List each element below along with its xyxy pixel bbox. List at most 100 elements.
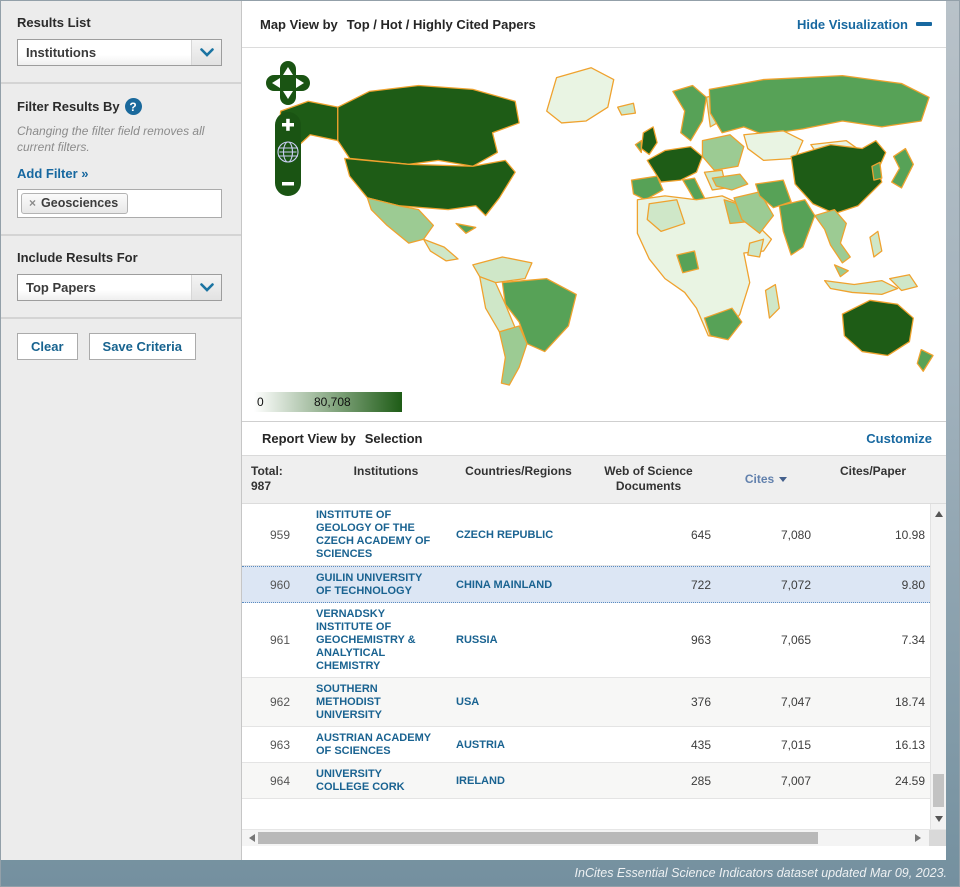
- documents-value: 376: [581, 695, 716, 709]
- cites-per-paper-value: 24.59: [816, 774, 930, 788]
- map-country-argentina[interactable]: [499, 326, 527, 385]
- table-row[interactable]: 960 GUILIN UNIVERSITY OF TECHNOLOGY CHIN…: [242, 566, 930, 603]
- scroll-up-arrow[interactable]: [931, 506, 946, 522]
- sort-descending-icon: [779, 477, 787, 482]
- map-country-philippines[interactable]: [870, 231, 882, 257]
- map-country-south-korea[interactable]: [872, 162, 882, 180]
- map-country-central-america[interactable]: [424, 239, 458, 261]
- column-header-cites[interactable]: Cites: [716, 464, 816, 494]
- zoom-out-icon[interactable]: [282, 182, 294, 186]
- table-row[interactable]: 963 AUSTRIAN ACADEMY OF SCIENCES AUSTRIA…: [242, 727, 930, 763]
- legend-gradient-bar: 0 80,708: [254, 392, 402, 412]
- country-link[interactable]: CHINA MAINLAND: [456, 578, 581, 592]
- map-pan-control[interactable]: [266, 61, 310, 105]
- map-country-new-zealand[interactable]: [917, 350, 933, 372]
- results-list-selected: Institutions: [18, 45, 191, 60]
- map-country-australia[interactable]: [842, 300, 913, 355]
- cites-value: 7,072: [716, 578, 816, 592]
- map-country-india[interactable]: [779, 200, 814, 255]
- actions-section: Clear Save Criteria: [1, 317, 241, 376]
- country-link[interactable]: IRELAND: [456, 774, 581, 788]
- map-country-indonesia[interactable]: [825, 281, 898, 295]
- institution-link[interactable]: VERNADSKY INSTITUTE OF GEOCHEMISTRY & AN…: [316, 607, 456, 673]
- cites-value: 7,047: [716, 695, 816, 709]
- map-country-uk[interactable]: [641, 127, 657, 155]
- country-link[interactable]: USA: [456, 695, 581, 709]
- scroll-down-arrow[interactable]: [931, 811, 946, 827]
- report-table: 959 INSTITUTE OF GEOLOGY OF THE CZECH AC…: [242, 504, 946, 829]
- column-header-countries[interactable]: Countries/Regions: [456, 464, 581, 494]
- cites-per-paper-value: 9.80: [816, 578, 930, 592]
- horizontal-scrollbar[interactable]: [242, 829, 946, 846]
- column-header-total: Total: 987: [242, 464, 316, 494]
- map-country-iceland[interactable]: [618, 103, 636, 115]
- column-header-cites-per-paper[interactable]: Cites/Paper: [816, 464, 930, 494]
- filter-tags-box[interactable]: × Geosciences: [17, 189, 222, 218]
- include-results-dropdown[interactable]: Top Papers: [17, 274, 222, 301]
- save-criteria-button[interactable]: Save Criteria: [89, 333, 197, 360]
- map-view-title-prefix: Map View by: [260, 17, 338, 32]
- legend-max-value: 80,708: [314, 395, 351, 409]
- cites-per-paper-value: 18.74: [816, 695, 930, 709]
- map-country-japan[interactable]: [892, 149, 914, 188]
- map-country-malaysia[interactable]: [834, 265, 848, 277]
- remove-filter-icon[interactable]: ×: [29, 196, 36, 210]
- country-link[interactable]: RUSSIA: [456, 633, 581, 647]
- map-country-eastern-europe[interactable]: [702, 135, 743, 170]
- cites-value: 7,080: [716, 528, 816, 542]
- map-view-title: Top / Hot / Highly Cited Papers: [347, 17, 536, 32]
- vertical-scroll-thumb[interactable]: [933, 774, 944, 807]
- documents-value: 285: [581, 774, 716, 788]
- collapse-minus-icon[interactable]: [916, 22, 932, 26]
- institution-link[interactable]: AUSTRIAN ACADEMY OF SCIENCES: [316, 731, 456, 758]
- include-results-label: Include Results For: [17, 250, 225, 265]
- institution-link[interactable]: UNIVERSITY COLLEGE CORK: [316, 767, 456, 794]
- row-rank: 961: [251, 633, 316, 647]
- table-row[interactable]: 964 UNIVERSITY COLLEGE CORK IRELAND 285 …: [242, 763, 930, 799]
- table-row[interactable]: 962 SOUTHERN METHODIST UNIVERSITY USA 37…: [242, 678, 930, 727]
- table-row[interactable]: 961 VERNADSKY INSTITUTE OF GEOCHEMISTRY …: [242, 603, 930, 678]
- documents-value: 963: [581, 633, 716, 647]
- world-map[interactable]: [246, 50, 946, 390]
- documents-value: 722: [581, 578, 716, 592]
- results-list-label: Results List: [17, 15, 225, 30]
- app-window: Results List Institutions Filter Results…: [1, 1, 946, 860]
- report-table-header: Total: 987 Institutions Countries/Region…: [242, 456, 946, 504]
- report-view-title: Selection: [365, 431, 423, 446]
- add-filter-link[interactable]: Add Filter »: [17, 166, 89, 181]
- map-country-cuba[interactable]: [456, 223, 476, 233]
- hide-visualization[interactable]: Hide Visualization: [797, 17, 932, 32]
- institution-link[interactable]: SOUTHERN METHODIST UNIVERSITY: [316, 682, 456, 722]
- chevron-down-icon[interactable]: [191, 40, 221, 65]
- map-country-canada[interactable]: [338, 85, 519, 166]
- row-rank: 964: [251, 774, 316, 788]
- horizontal-scroll-thumb[interactable]: [258, 832, 818, 844]
- hide-visualization-link[interactable]: Hide Visualization: [797, 17, 908, 32]
- map-country-madagascar[interactable]: [766, 285, 780, 319]
- scroll-right-arrow[interactable]: [910, 830, 926, 846]
- institution-link[interactable]: GUILIN UNIVERSITY OF TECHNOLOGY: [316, 571, 456, 598]
- country-link[interactable]: CZECH REPUBLIC: [456, 528, 581, 542]
- documents-value: 435: [581, 738, 716, 752]
- cites-per-paper-value: 7.34: [816, 633, 930, 647]
- report-view-header: Report View by Selection Customize: [242, 421, 946, 456]
- column-header-documents[interactable]: Web of Science Documents: [581, 464, 716, 494]
- filter-tag-geosciences[interactable]: × Geosciences: [21, 193, 128, 214]
- map-zoom-control[interactable]: [275, 112, 301, 196]
- column-header-institutions[interactable]: Institutions: [316, 464, 456, 494]
- country-link[interactable]: AUSTRIA: [456, 738, 581, 752]
- map-country-russia[interactable]: [709, 76, 929, 135]
- results-list-dropdown[interactable]: Institutions: [17, 39, 222, 66]
- institution-link[interactable]: INSTITUTE OF GEOLOGY OF THE CZECH ACADEM…: [316, 508, 456, 561]
- customize-link[interactable]: Customize: [866, 431, 932, 446]
- map-country-ireland[interactable]: [635, 141, 641, 153]
- map-country-southeast-asia[interactable]: [815, 210, 850, 263]
- vertical-scrollbar[interactable]: [930, 504, 946, 829]
- filter-tag-label: Geosciences: [41, 196, 118, 210]
- map-country-greenland[interactable]: [547, 68, 614, 123]
- clear-button[interactable]: Clear: [17, 333, 78, 360]
- chevron-down-icon[interactable]: [191, 275, 221, 300]
- table-row[interactable]: 959 INSTITUTE OF GEOLOGY OF THE CZECH AC…: [242, 504, 930, 566]
- help-icon[interactable]: ?: [125, 98, 142, 115]
- map-country-norway-sweden[interactable]: [673, 85, 707, 140]
